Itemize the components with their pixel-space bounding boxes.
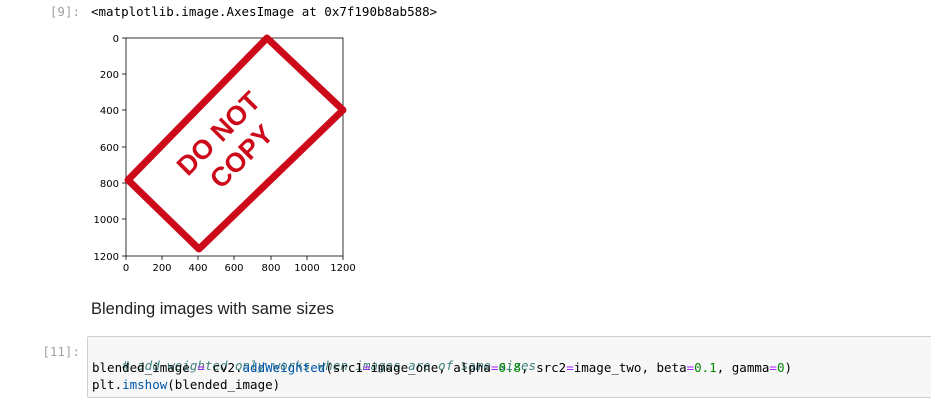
- code-token: blended_image: [92, 360, 198, 375]
- code-prompt: [11]:: [42, 344, 80, 359]
- y-tick-label: 200: [100, 70, 119, 81]
- code-token: , gamma: [716, 360, 770, 375]
- code-token: ): [784, 360, 792, 375]
- code-token: image_two, beta: [573, 360, 687, 375]
- code-token: image_one, alpha: [370, 360, 491, 375]
- code-token: (blended_image): [167, 377, 281, 392]
- y-tick-label: 1000: [94, 215, 119, 226]
- code-token: (src1: [325, 360, 363, 375]
- code-cell-editor[interactable]: # add weighted only works when images ar…: [87, 336, 931, 398]
- x-tick-label: 1000: [294, 263, 319, 274]
- code-line-3: plt.imshow(blended_image): [92, 377, 280, 392]
- code-token: cv2.: [204, 360, 243, 375]
- code-token: plt.: [92, 377, 123, 392]
- x-tick-label: 400: [188, 263, 207, 274]
- code-token: 0.1: [694, 360, 717, 375]
- y-tick-label: 400: [100, 106, 119, 117]
- y-axis: 0 200 400 600 800 1000 1200: [94, 34, 126, 263]
- y-tick-label: 600: [100, 143, 119, 154]
- x-tick-label: 200: [152, 263, 171, 274]
- x-tick-label: 0: [123, 263, 129, 274]
- code-token: =: [362, 360, 371, 375]
- code-token: 0.8: [498, 360, 522, 375]
- code-token: imshow: [122, 377, 168, 392]
- y-tick-label: 0: [113, 34, 119, 45]
- markdown-text: Blending images with same sizes: [91, 300, 335, 318]
- code-token: =: [769, 360, 777, 375]
- code-line-2: blended_image = cv2.addWeighted(src1=ima…: [92, 360, 792, 375]
- code-token: =: [686, 360, 695, 375]
- x-tick-label: 1200: [330, 263, 355, 274]
- y-tick-label: 1200: [94, 252, 119, 263]
- code-token: =: [197, 360, 205, 375]
- y-tick-label: 800: [100, 179, 119, 190]
- x-axis: 0 200 400 600 800 1000 1200: [123, 256, 356, 274]
- x-tick-label: 800: [261, 263, 280, 274]
- code-token: addWeighted: [242, 360, 326, 375]
- output-prompt: [9]:: [49, 4, 80, 19]
- imshow-plot: DO NOT COPY 0 200 400 600 800 1000 1200 …: [94, 34, 356, 274]
- x-tick-label: 600: [224, 263, 243, 274]
- output-repr-text: <matplotlib.image.AxesImage at 0x7f190b8…: [91, 4, 438, 19]
- code-token: , src2: [521, 360, 567, 375]
- code-token: =: [566, 360, 574, 375]
